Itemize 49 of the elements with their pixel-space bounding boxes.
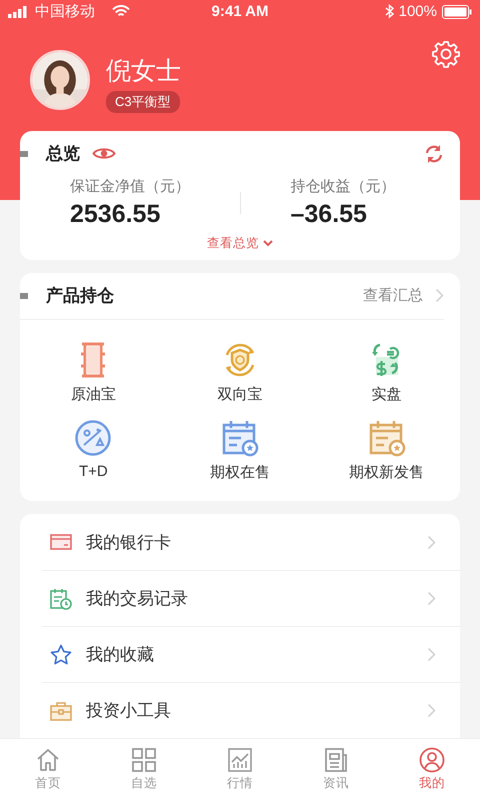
tab[interactable]: 我的 [384,739,480,800]
user-name: 倪女士 [106,56,181,88]
chevron-right-icon [427,534,436,550]
view-summary-link[interactable]: 查看汇总 [363,286,444,306]
chevron-right-icon [427,703,436,718]
menu-item[interactable]: 我的交易记录 [42,570,460,626]
stat-label: 持仓收益（元） [290,176,396,196]
calendar-star-icon [368,418,406,457]
stat-value: –36.55 [290,200,368,229]
card-icon [50,534,72,550]
clock-time: 9:41 AM [212,3,268,20]
product-label[interactable]: 实盘 [372,384,402,404]
risk-level-tag: C3平衡型 [106,91,180,114]
grid-icon [131,747,157,773]
stat-value: 2536.55 [70,200,162,229]
settings-icon[interactable] [432,40,460,68]
percent-icon [74,418,112,457]
calendar-star-icon [220,418,259,457]
section-marker [20,150,28,157]
toolbox-icon [50,700,72,720]
product-label[interactable]: T+D [78,462,108,480]
chevron-right-icon [427,591,436,606]
person-icon [419,747,445,773]
chart-icon [227,747,253,773]
eye-icon[interactable] [92,146,116,162]
carrier-name: 中国移动 [35,2,95,22]
refresh-icon[interactable] [424,144,444,164]
stat-label: 保证金净值（元） [70,176,191,196]
product-label[interactable]: 原油宝 [70,384,116,404]
battery-icon [442,4,472,19]
view-overview-link[interactable]: 查看总览 [207,234,273,252]
battery-percentage: 100% [398,3,437,20]
chevron-right-icon [435,288,444,304]
product-label[interactable]: 双向宝 [217,384,262,404]
bluetooth-icon [384,4,394,20]
newspaper-icon [323,747,349,773]
wifi-icon [112,5,130,18]
section-marker [20,292,28,299]
menu-item[interactable]: 我的银行卡 [42,514,460,570]
section-title: 产品持仓 [46,285,114,308]
section-title: 总览 [46,143,80,166]
product-label[interactable]: 期权新发售 [349,462,424,482]
chevron-right-icon [427,647,436,662]
chevron-down-icon [263,240,273,247]
star-icon [50,644,72,666]
calendar-clock-icon [50,588,72,610]
menu-item[interactable]: 我的收藏 [42,626,460,682]
product-label[interactable]: 期权在售 [210,462,270,482]
home-icon [35,747,61,773]
